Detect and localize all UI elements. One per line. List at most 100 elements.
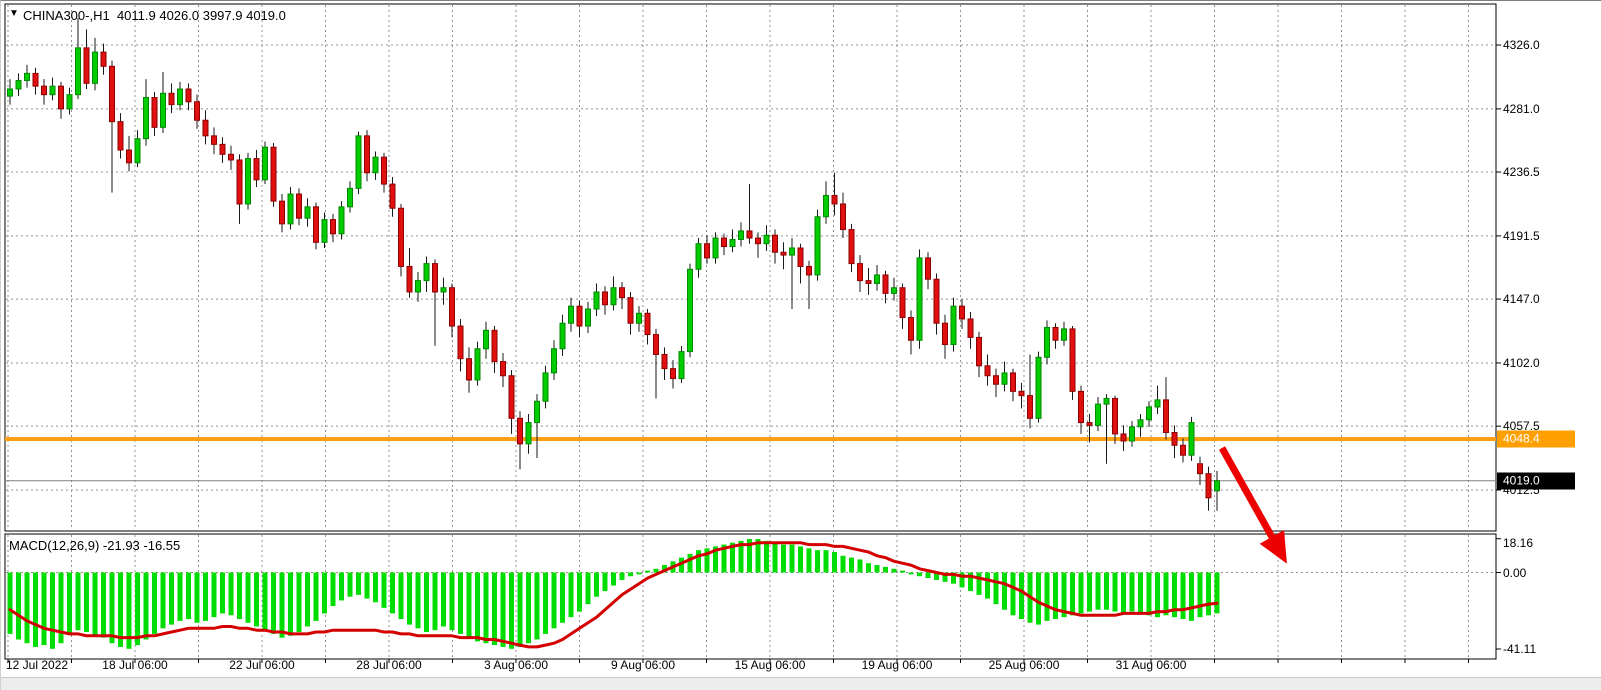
macd-histogram-bar bbox=[1079, 573, 1084, 614]
candle-bullish bbox=[1045, 327, 1050, 357]
date-axis-label: 9 Aug 06:00 bbox=[611, 658, 675, 672]
candle-bearish bbox=[433, 264, 438, 292]
candle-bearish bbox=[331, 220, 336, 234]
candle-bearish bbox=[900, 288, 905, 318]
price-axis-label: 4281.0 bbox=[1503, 102, 1540, 116]
macd-histogram-bar bbox=[696, 550, 701, 572]
macd-histogram-bar bbox=[841, 556, 846, 573]
candle-bearish bbox=[254, 159, 259, 180]
window-bottom-strip bbox=[1, 677, 1601, 690]
macd-histogram-bar bbox=[467, 573, 472, 638]
candle-bullish bbox=[1002, 373, 1007, 384]
candle-bearish bbox=[101, 52, 106, 66]
macd-histogram-bar bbox=[365, 573, 370, 599]
macd-histogram-bar bbox=[875, 565, 880, 572]
candle-bullish bbox=[322, 220, 327, 243]
macd-histogram-bar bbox=[892, 569, 897, 573]
macd-histogram-bar bbox=[212, 573, 217, 618]
candle-bullish bbox=[730, 239, 735, 246]
main-chart-panel[interactable] bbox=[5, 4, 1496, 531]
candle-bearish bbox=[645, 313, 650, 334]
candle-bullish bbox=[535, 401, 540, 422]
price-axis-label: 4102.0 bbox=[1503, 356, 1540, 370]
macd-axis-label: 18.16 bbox=[1503, 536, 1533, 550]
macd-histogram-bar bbox=[186, 573, 191, 620]
macd-histogram-bar bbox=[790, 545, 795, 573]
candle-bearish bbox=[84, 48, 89, 83]
candle-bullish bbox=[1189, 423, 1194, 456]
macd-histogram-bar bbox=[246, 573, 251, 623]
candle-bearish bbox=[42, 86, 47, 95]
macd-histogram-bar bbox=[475, 573, 480, 642]
macd-histogram-bar bbox=[1121, 573, 1126, 614]
candle-bullish bbox=[475, 349, 480, 380]
candle-bullish bbox=[1138, 420, 1143, 427]
candle-bearish bbox=[722, 238, 727, 247]
candle-bearish bbox=[628, 298, 633, 324]
macd-histogram-bar bbox=[8, 573, 13, 634]
macd-histogram-bar bbox=[16, 573, 21, 640]
price-axis-label: 4012.5 bbox=[1503, 483, 1540, 497]
candle-bullish bbox=[543, 373, 548, 401]
candle-bearish bbox=[390, 184, 395, 208]
macd-histogram-bar bbox=[518, 573, 523, 647]
macd-histogram-bar bbox=[611, 573, 616, 586]
macd-histogram-bar bbox=[654, 569, 659, 573]
candle-bearish bbox=[1019, 391, 1024, 395]
price-axis-label: 4236.5 bbox=[1503, 165, 1540, 179]
candle-bearish bbox=[603, 292, 608, 305]
macd-histogram-bar bbox=[1113, 573, 1118, 612]
candle-bearish bbox=[297, 194, 302, 218]
macd-histogram-bar bbox=[1189, 573, 1194, 621]
candle-bearish bbox=[118, 122, 123, 150]
macd-histogram-bar bbox=[628, 573, 633, 577]
macd-histogram-bar bbox=[161, 573, 166, 629]
candle-bullish bbox=[824, 195, 829, 216]
chart-canvas[interactable] bbox=[1, 1, 1601, 690]
candle-bearish bbox=[127, 150, 132, 163]
horizontal-level-line[interactable] bbox=[5, 437, 1496, 441]
candle-bearish bbox=[229, 154, 234, 160]
macd-histogram-bar bbox=[263, 573, 268, 631]
macd-histogram-bar bbox=[50, 573, 55, 649]
macd-histogram-bar bbox=[509, 573, 514, 649]
macd-histogram-bar bbox=[798, 546, 803, 572]
macd-histogram-bar bbox=[322, 573, 327, 614]
macd-histogram-bar bbox=[620, 573, 625, 580]
macd-histogram-bar bbox=[76, 573, 81, 631]
candle-bullish bbox=[416, 281, 421, 292]
macd-histogram-bar bbox=[560, 573, 565, 623]
candle-bullish bbox=[560, 323, 565, 349]
candle-bullish bbox=[246, 159, 251, 204]
symbol-dropdown-icon[interactable]: ▼ bbox=[9, 8, 19, 19]
candle-bullish bbox=[1215, 481, 1220, 491]
macd-histogram-bar bbox=[84, 573, 89, 633]
candle-bullish bbox=[356, 136, 361, 189]
candle-bearish bbox=[781, 252, 786, 255]
candle-bullish bbox=[135, 139, 140, 163]
candle-bearish bbox=[1121, 434, 1126, 441]
macd-histogram-bar bbox=[101, 573, 106, 638]
candle-bearish bbox=[1198, 464, 1203, 474]
candle-bearish bbox=[1164, 400, 1169, 433]
candle-bullish bbox=[348, 188, 353, 206]
candle-bullish bbox=[739, 231, 744, 240]
macd-histogram-bar bbox=[926, 573, 931, 579]
macd-histogram-bar bbox=[339, 573, 344, 601]
candle-bearish bbox=[849, 230, 854, 264]
candle-bearish bbox=[271, 147, 276, 201]
candle-bullish bbox=[1062, 329, 1067, 340]
macd-histogram-bar bbox=[1130, 573, 1135, 612]
macd-histogram-bar bbox=[144, 573, 149, 640]
candle-bullish bbox=[305, 207, 310, 218]
date-axis-label: 15 Aug 06:00 bbox=[735, 658, 806, 672]
candle-bullish bbox=[1155, 400, 1160, 407]
candle-bearish bbox=[1028, 396, 1033, 419]
candle-bullish bbox=[263, 147, 268, 180]
macd-histogram-bar bbox=[637, 573, 642, 575]
date-axis-label: 18 Jul 06:00 bbox=[102, 658, 167, 672]
candle-bullish bbox=[594, 292, 599, 309]
candle-bearish bbox=[1070, 329, 1075, 391]
macd-histogram-bar bbox=[203, 573, 208, 621]
price-axis-label: 4147.0 bbox=[1503, 292, 1540, 306]
